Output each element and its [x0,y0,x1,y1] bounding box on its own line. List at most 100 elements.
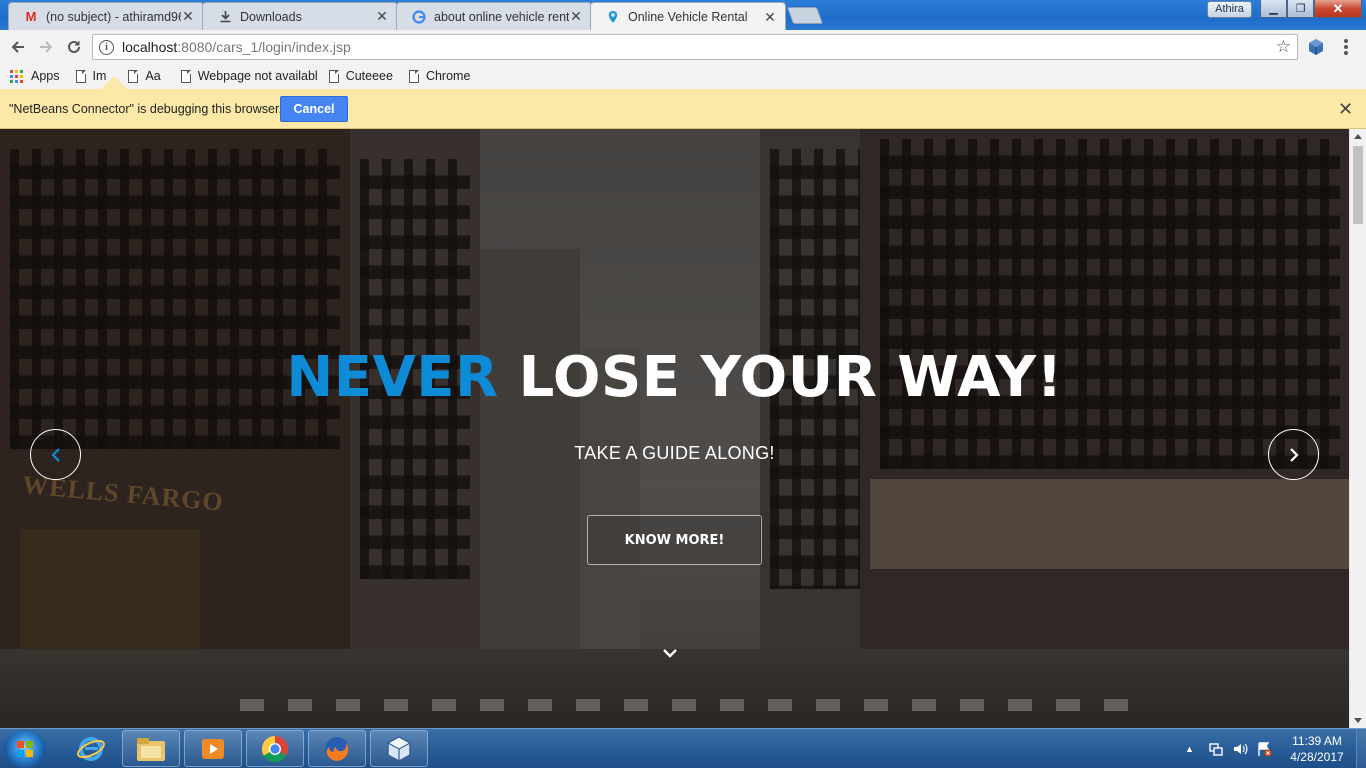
url-path: :8080/cars_1/login/index.jsp [177,39,351,55]
scrollbar-thumb[interactable] [1353,146,1363,224]
hero-subheadline: TAKE A GUIDE ALONG! [574,443,775,463]
close-icon: ✕ [1332,0,1344,16]
chevron-down-icon[interactable] [661,647,679,661]
hero-dim-overlay [0,129,1349,728]
show-hidden-icons-icon[interactable]: ▲ [1185,744,1194,754]
clock-time: 11:39 AM [1292,734,1342,748]
reload-icon [68,40,80,53]
close-icon[interactable]: ✕ [181,8,195,25]
bookmark-label: Aa [145,69,161,83]
apps-grid-icon [10,69,23,83]
system-clock[interactable]: 11:39 AM 4/28/2017 [1282,733,1352,765]
hero-section: WELLS FARGO NEVER LOSE YOUR WAY! TAKE A … [0,129,1349,728]
volume-icon[interactable] [1232,741,1248,757]
back-arrow-icon [11,41,24,53]
page-icon [180,69,191,83]
infobar-pointer [100,76,128,90]
virtualbox-icon [386,735,412,762]
page-icon [408,69,419,83]
page-icon [75,69,86,83]
start-button[interactable] [4,730,46,768]
back-button[interactable] [6,35,30,59]
cancel-debugging-button[interactable]: Cancel [280,96,348,122]
page-icon [128,69,139,83]
close-icon[interactable]: ✕ [763,9,777,26]
chevron-right-icon [1289,447,1299,462]
bookmark-item[interactable]: Webpage not availabl [180,69,319,83]
page-icon [328,69,339,83]
firefox-icon [325,736,349,761]
bookmark-label: Cuteeee [345,69,393,83]
show-desktop-button[interactable] [1356,729,1366,768]
url-host: localhost [122,39,178,55]
gmail-icon: M [25,9,37,24]
browser-toolbar: i localhost:8080/cars_1/login/index.jsp … [0,30,1366,63]
tab-google-search[interactable]: about online vehicle rental ✕ [396,2,592,30]
extension-cube-icon[interactable] [1307,38,1325,56]
network-icon[interactable] [1208,741,1224,757]
bookmark-apps[interactable]: Apps [10,69,60,83]
taskbar-virtualbox[interactable] [370,730,428,767]
media-player-icon [202,738,224,759]
new-tab-button[interactable] [786,7,824,24]
google-icon [411,9,427,25]
carousel-next-button[interactable] [1268,429,1319,480]
bookmark-label: Apps [31,69,60,83]
close-icon[interactable]: ✕ [375,8,389,25]
forward-button[interactable] [34,35,58,59]
infobar-close-icon[interactable]: ✕ [1338,99,1353,120]
bookmark-item[interactable]: Cuteeee [328,69,393,83]
restore-icon: ❐ [1295,3,1306,15]
browser-tab-strip: M (no subject) - athiramd96 ✕ Downloads … [0,0,1366,31]
taskbar-firefox[interactable] [308,730,366,767]
tab-gmail[interactable]: M (no subject) - athiramd96 ✕ [8,2,204,30]
bookmark-label: Chrome [425,69,471,83]
tab-title: about online vehicle rental [434,9,569,24]
tab-title: (no subject) - athiramd96 [46,9,181,24]
windows-logo-icon [17,741,33,757]
chrome-icon [261,735,289,762]
bookmark-item[interactable]: Chrome [408,69,471,83]
explorer-icon [137,737,165,761]
tab-title: Downloads [240,9,302,24]
bookmark-item[interactable]: Aa [128,69,161,83]
infobar-message: "NetBeans Connector" is debugging this b… [9,102,282,116]
tab-downloads[interactable]: Downloads ✕ [202,2,398,30]
scroll-up-icon[interactable] [1354,134,1362,139]
bookmark-star-icon[interactable]: ☆ [1276,37,1291,57]
download-icon [217,9,233,25]
chrome-menu-icon[interactable] [1340,38,1352,56]
bookmarks-bar: Apps Im Aa Webpage not availabl Cuteeee … [0,63,1366,89]
system-tray: ▲ [1185,729,1272,768]
ie-icon [77,736,105,761]
tab-title: Online Vehicle Rental [628,10,748,24]
clock-date: 4/28/2017 [1290,750,1344,764]
windows-taskbar: ▲ 11:39 AM 4/28/2017 [0,728,1366,768]
bookmark-label: Webpage not availabl [197,69,318,83]
minimize-icon: ▁ [1269,3,1278,15]
headline-rest: LOSE YOUR WAY! [498,345,1063,410]
taskbar-internet-explorer[interactable] [62,730,120,767]
know-more-button[interactable]: KNOW MORE! [587,515,762,565]
taskbar-chrome[interactable] [246,730,304,767]
close-icon[interactable]: ✕ [569,8,583,25]
debug-infobar: "NetBeans Connector" is debugging this b… [0,89,1366,129]
address-bar[interactable]: i localhost:8080/cars_1/login/index.jsp … [92,34,1298,60]
info-icon[interactable]: i [99,39,114,55]
profile-button[interactable]: Athira [1207,1,1252,18]
reload-button[interactable] [62,35,86,59]
scroll-down-icon[interactable] [1354,718,1362,723]
page-scrollbar[interactable] [1349,129,1366,728]
forward-arrow-icon [40,41,53,53]
tab-online-vehicle-rental[interactable]: Online Vehicle Rental ✕ [590,2,786,31]
taskbar-media-player[interactable] [184,730,242,767]
minimize-button[interactable]: ▁ [1260,0,1287,18]
carousel-prev-button[interactable] [30,429,81,480]
headline-accent: NEVER [286,345,499,410]
hero-headline: NEVER LOSE YOUR WAY! [0,345,1349,410]
window-close-button[interactable]: ✕ [1314,0,1362,18]
location-pin-icon [605,9,621,25]
maximize-button[interactable]: ❐ [1287,0,1314,18]
taskbar-windows-explorer[interactable] [122,730,180,767]
action-center-flag-icon[interactable] [1256,741,1272,757]
